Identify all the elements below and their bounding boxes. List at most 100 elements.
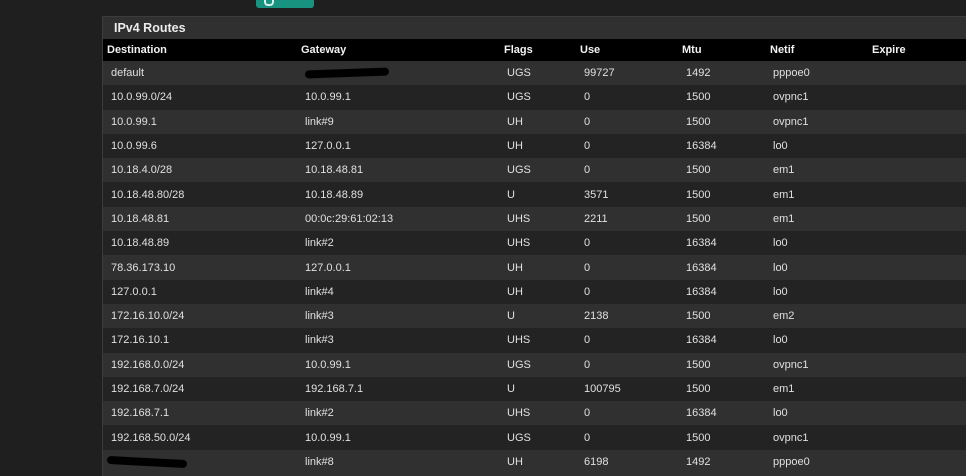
cell-netif: em1 [773, 188, 795, 201]
table-row: 10.18.4.0/28 10.18.48.81 UGS 0 1500 em1 [103, 158, 966, 183]
cell-expire [872, 85, 966, 109]
cell-expire [872, 182, 966, 206]
cell-use: 0 [584, 164, 591, 177]
cell-netif: pppoe0 [773, 67, 810, 80]
table-row: 78.36.173.10 127.0.0.1 UH 0 16384 lo0 [103, 255, 966, 280]
cell-gateway: link#2 [305, 237, 334, 250]
cell-destination: 10.18.48.80/28 [111, 188, 185, 201]
panel-title: IPv4 Routes [114, 21, 186, 35]
redaction-mark [304, 67, 390, 79]
cell-flags: UH [507, 140, 523, 153]
cell-mtu: 16384 [686, 237, 717, 250]
column-header-destination: Destination [107, 44, 167, 56]
cell-netif: ovpnc1 [773, 358, 809, 371]
cell-expire [872, 280, 966, 304]
cell-flags: UH [507, 455, 523, 468]
cell-mtu: 1500 [686, 188, 711, 201]
cell-gateway: 127.0.0.1 [305, 261, 351, 274]
cell-gateway: 192.168.7.1 [305, 383, 364, 395]
cell-netif: ovpnc1 [773, 431, 809, 444]
cell-netif: em1 [773, 212, 795, 225]
redaction-mark [106, 455, 188, 469]
cell-netif: em2 [773, 310, 795, 323]
cell-netif: pppoe0 [773, 455, 810, 468]
cell-flags: UGS [507, 431, 531, 444]
column-header-gateway: Gateway [301, 44, 347, 56]
cell-use: 100795 [584, 383, 621, 395]
cell-destination: 172.16.10.0/24 [111, 310, 185, 323]
cell-destination: 10.18.4.0/28 [111, 164, 173, 177]
cell-mtu: 1500 [686, 310, 711, 323]
table-row: 10.18.48.89 link#2 UHS 0 16384 lo0 [103, 231, 966, 256]
cell-gateway: 10.0.99.1 [305, 91, 351, 104]
cell-flags: UGS [507, 67, 531, 80]
table-row: 172.16.10.0/24 link#3 U 2138 1500 em2 [103, 303, 966, 329]
cell-netif: ovpnc1 [773, 115, 809, 128]
cell-flags: U [507, 188, 515, 201]
table-row: default UGS 99727 1492 pppoe0 [103, 61, 966, 86]
cell-mtu: 1500 [686, 164, 711, 177]
cell-gateway: link#4 [305, 285, 334, 298]
cell-flags: UHS [507, 334, 531, 347]
cell-use: 0 [584, 358, 591, 371]
cell-flags: UH [507, 285, 523, 298]
cell-flags: U [507, 383, 515, 395]
cell-mtu: 1492 [686, 455, 711, 468]
cell-gateway: 10.0.99.1 [305, 431, 351, 444]
cell-destination: 10.18.48.89 [111, 237, 170, 250]
cell-expire [872, 61, 966, 85]
table-row: 192.168.7.1 link#2 UHS 0 16384 lo0 [103, 401, 966, 426]
cell-use: 0 [584, 237, 591, 250]
cell-flags: UGS [507, 164, 531, 177]
cell-destination: 192.168.7.1 [111, 407, 170, 420]
table-row: 172.16.10.1 link#3 UHS 0 16384 lo0 [103, 328, 966, 353]
save-icon [264, 0, 274, 6]
cell-gateway [301, 61, 504, 85]
cell-mtu: 1500 [686, 358, 711, 371]
cell-destination: 127.0.0.1 [111, 285, 157, 298]
cell-netif: lo0 [773, 334, 788, 347]
cell-netif: em1 [773, 164, 795, 177]
cell-use: 0 [584, 115, 591, 128]
cell-use: 99727 [584, 67, 615, 80]
column-header-use: Use [580, 44, 601, 56]
cell-mtu: 1492 [686, 67, 711, 80]
cell-mtu: 1500 [686, 383, 711, 395]
cell-netif: em1 [773, 383, 795, 395]
cell-mtu: 1500 [686, 115, 711, 128]
cell-gateway: link#9 [305, 115, 334, 128]
table-row: 10.18.48.80/28 10.18.48.89 U 3571 1500 em1 [103, 182, 966, 207]
table-row: 10.0.99.0/24 10.0.99.1 UGS 0 1500 ovpnc1 [103, 85, 966, 110]
routes-table: Destination Gateway Flags Use Mtu Netif … [103, 39, 966, 475]
cell-mtu: 1500 [686, 212, 711, 225]
table-row: 192.168.7.0/24 192.168.7.1 U 100795 1500 em1 [103, 376, 966, 402]
cell-gateway: 127.0.0.1 [305, 140, 351, 153]
column-header-netif: Netif [770, 44, 795, 56]
cell-netif: lo0 [773, 140, 788, 153]
cell-gateway: link#2 [305, 407, 334, 420]
cell-destination: 192.168.50.0/24 [111, 431, 191, 444]
top-action-button[interactable] [256, 0, 314, 8]
cell-gateway: 10.18.48.89 [305, 188, 364, 201]
cell-flags: UGS [507, 358, 531, 371]
cell-netif: lo0 [773, 285, 788, 298]
cell-use: 0 [584, 431, 591, 444]
table-row: 127.0.0.1 link#4 UH 0 16384 lo0 [103, 279, 966, 304]
cell-mtu: 16384 [686, 140, 717, 153]
ipv4-routes-panel: IPv4 Routes Destination Gateway Flags Us… [102, 16, 966, 476]
cell-expire [872, 425, 966, 449]
cell-mtu: 16384 [686, 261, 717, 274]
cell-mtu: 1500 [686, 91, 711, 104]
cell-expire [872, 450, 966, 474]
cell-mtu: 16384 [686, 285, 717, 298]
cell-expire [872, 110, 966, 134]
cell-flags: UGS [507, 91, 531, 104]
cell-flags: UHS [507, 212, 531, 225]
cell-destination: 10.0.99.1 [111, 115, 157, 128]
cell-flags: UHS [507, 237, 531, 250]
table-row: 192.168.0.0/24 10.0.99.1 UGS 0 1500 ovpnc1 [103, 352, 966, 377]
table-row: link#8 UH 6198 1492 pppoe0 [103, 449, 966, 475]
cell-flags: UHS [507, 407, 531, 420]
cell-gateway: link#3 [305, 310, 334, 323]
routes-table-body: default UGS 99727 1492 pppoe0 10.0.99.0/24 10.… [103, 61, 966, 475]
